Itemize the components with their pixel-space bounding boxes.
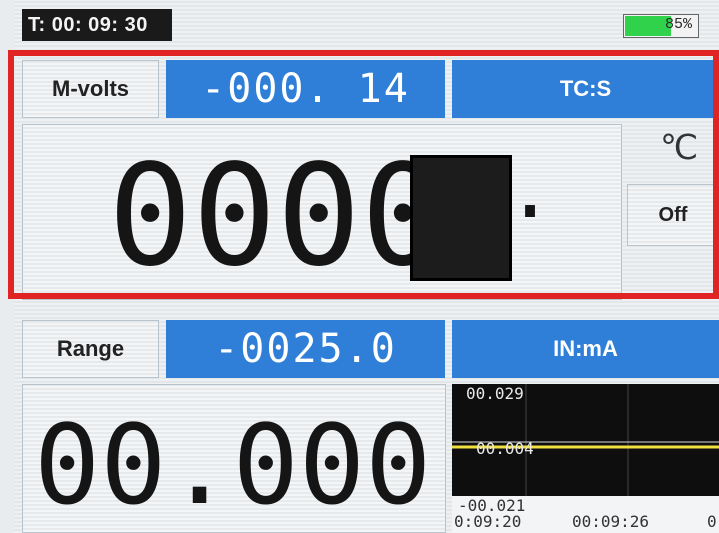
decimal-point: . <box>506 143 555 236</box>
mode-button-mvolts[interactable]: M-volts <box>22 60 159 118</box>
trend-graph[interactable]: 00.029 00.004 -00.021 0:09:20 00:09:26 0 <box>452 384 719 533</box>
range-value-display: -0025.0 <box>166 320 445 378</box>
measured-value-display: -000. 14 <box>166 60 445 118</box>
trend-x-end: 0 <box>707 512 717 531</box>
trend-x-start: 0:09:20 <box>454 512 522 531</box>
trend-y-mid: 00.004 <box>476 439 534 458</box>
main-reading-digits: 0000 <box>108 135 446 298</box>
trend-x-mid: 00:09:26 <box>572 512 650 531</box>
celsius-unit-label: ℃ <box>660 129 699 167</box>
off-toggle-button[interactable]: Off <box>627 184 719 246</box>
battery-indicator: 85% <box>623 14 699 38</box>
range-button[interactable]: Range <box>22 320 159 378</box>
sensor-type-button[interactable]: TC:S <box>452 60 719 118</box>
input-type-button[interactable]: IN:mA <box>452 320 719 378</box>
trend-axis-strip: -00.021 0:09:20 00:09:26 0 <box>452 496 719 533</box>
secondary-reading-digits: 00.000 <box>34 401 432 529</box>
edit-cursor-digit[interactable] <box>410 155 512 281</box>
battery-percent: 85% <box>664 16 692 33</box>
trend-y-max: 00.029 <box>466 384 524 403</box>
elapsed-timer: T: 00: 09: 30 <box>22 9 172 41</box>
